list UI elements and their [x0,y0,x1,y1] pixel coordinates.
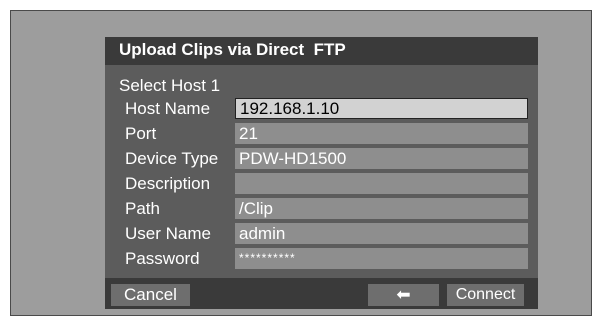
ftp-upload-dialog: Upload Clips via Direct FTP Select Host … [105,37,538,309]
user-name-field[interactable]: admin [235,223,528,244]
section-title: Select Host 1 [119,76,221,95]
password-field[interactable]: ********** [235,248,528,269]
port-field[interactable]: 21 [235,123,528,144]
connect-button[interactable]: Connect [447,284,524,306]
password-label: Password [125,249,200,268]
cancel-button[interactable]: Cancel [111,284,190,306]
path-label: Path [125,199,160,218]
host-name-field[interactable]: 192.168.1.10 [235,98,528,119]
path-field[interactable]: /Clip [235,198,528,219]
host-name-label: Host Name [125,99,211,118]
dialog-title-bar: Upload Clips via Direct FTP [105,37,538,65]
port-label: Port [125,124,157,143]
dialog-footer: Cancel ⬅ Connect [105,278,538,309]
left-arrow-icon: ⬅ [396,285,411,304]
device-type-field[interactable]: PDW-HD1500 [235,148,528,169]
description-field[interactable] [235,173,528,194]
user-name-label: User Name [125,224,211,243]
device-type-label: Device Type [125,149,219,168]
back-button[interactable]: ⬅ [368,284,439,306]
description-label: Description [125,174,211,193]
dialog-title: Upload Clips via Direct FTP [119,40,346,59]
